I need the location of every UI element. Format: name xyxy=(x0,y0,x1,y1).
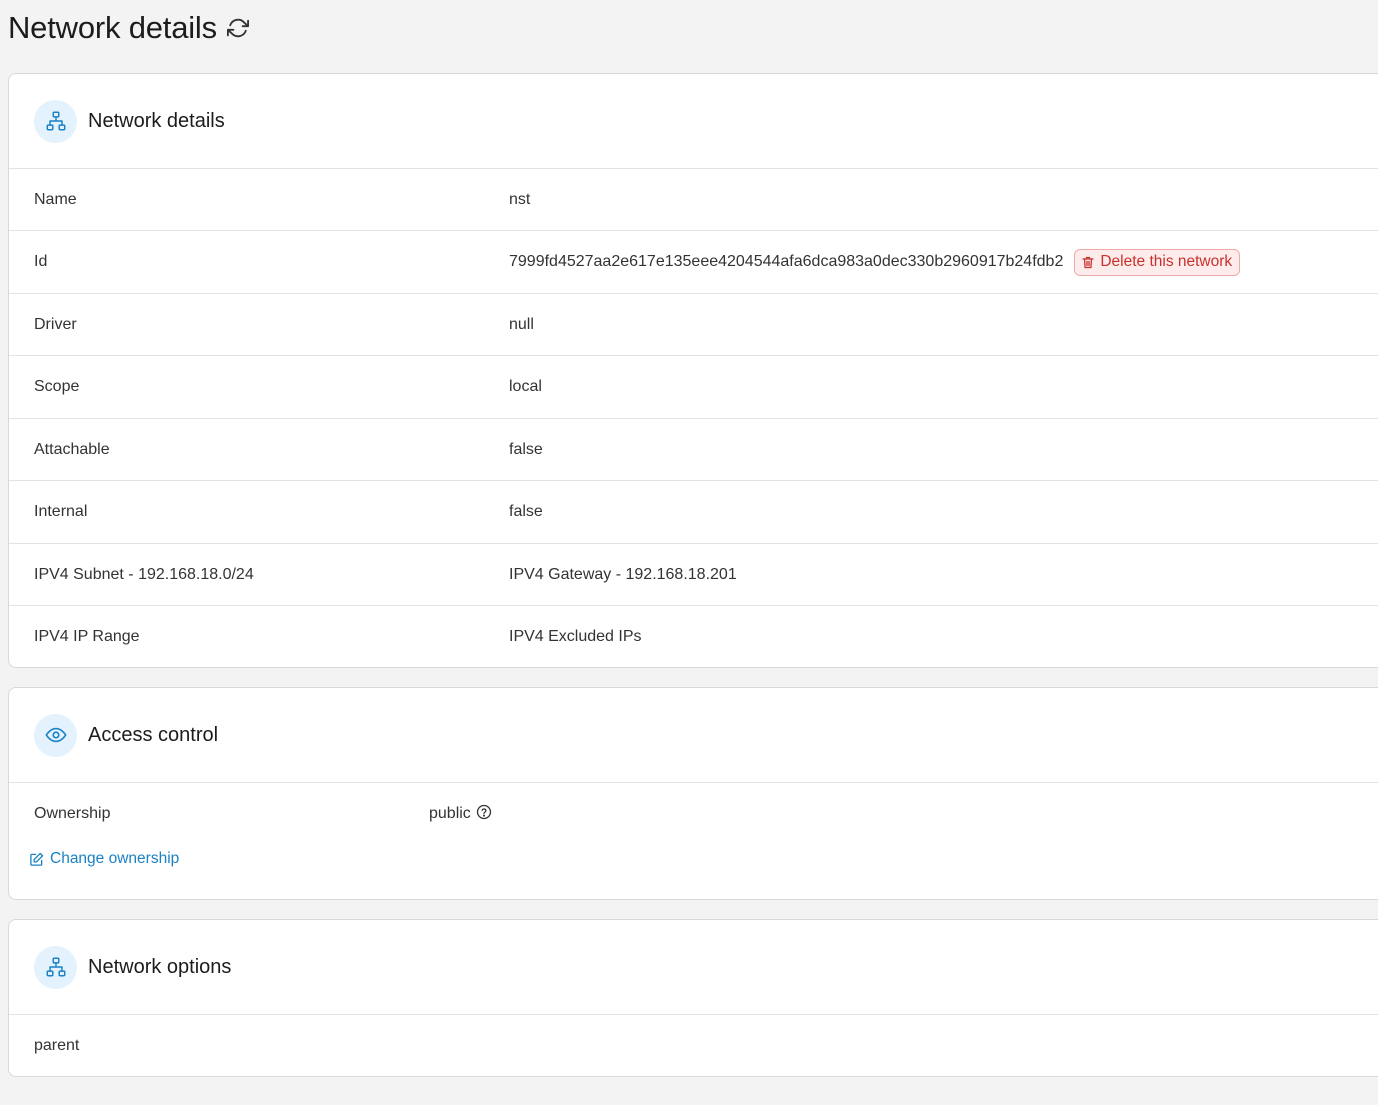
delete-network-button[interactable]: Delete this network xyxy=(1074,248,1241,276)
detail-row-scope: Scope local xyxy=(9,356,1378,419)
row-label: Id xyxy=(34,253,48,270)
change-ownership-link[interactable]: Change ownership xyxy=(9,845,1378,873)
row-label: Name xyxy=(34,190,77,208)
row-value: local xyxy=(509,378,542,395)
row-label: Driver xyxy=(34,315,77,333)
access-control-card: Access control Ownership public Change o… xyxy=(8,687,1378,900)
network-options-title: Network options xyxy=(88,955,232,978)
detail-row-driver: Driver null xyxy=(9,294,1378,356)
row-value: false xyxy=(509,440,543,458)
row-value: nst xyxy=(509,190,531,208)
ownership-value-wrap: public xyxy=(429,804,492,823)
row-label: Internal xyxy=(34,503,88,520)
row-value: 7999fd4527aa2e617e135eee4204544afa6dca98… xyxy=(509,248,1241,276)
network-details-header: Network details xyxy=(9,74,1378,169)
row-value: IPV4 Gateway - 192.168.18.201 xyxy=(509,565,737,583)
detail-row-name: Name nst xyxy=(9,169,1378,231)
refresh-icon[interactable] xyxy=(226,17,249,39)
ownership-label: Ownership xyxy=(34,805,111,822)
eye-icon xyxy=(34,713,77,757)
edit-icon xyxy=(29,852,44,867)
row-label: Scope xyxy=(34,378,80,395)
row-value: null xyxy=(509,315,534,333)
row-label: IPV4 IP Range xyxy=(34,628,140,645)
detail-row-internal: Internal false xyxy=(9,481,1378,544)
network-details-card: Network details Name nst Id 7999fd4527aa… xyxy=(8,73,1378,668)
sitemap-icon xyxy=(34,945,77,989)
page-title: Network details xyxy=(8,10,217,45)
network-options-card: Network options parent xyxy=(8,919,1378,1077)
row-label: parent xyxy=(34,1037,80,1054)
trash-icon xyxy=(1082,256,1094,269)
sitemap-icon xyxy=(34,99,77,143)
access-control-header: Access control xyxy=(9,688,1378,783)
detail-row-ipv4-range: IPV4 IP Range IPV4 Excluded IPs xyxy=(9,606,1378,668)
row-value: false xyxy=(509,503,543,520)
question-circle-icon[interactable] xyxy=(476,804,492,820)
page-header: Network details xyxy=(8,8,249,48)
detail-row-ipv4-subnet: IPV4 Subnet - 192.168.18.0/24 IPV4 Gatew… xyxy=(9,544,1378,606)
row-label: IPV4 Subnet - 192.168.18.0/24 xyxy=(34,565,254,583)
network-details-title: Network details xyxy=(88,109,225,132)
network-options-header: Network options xyxy=(9,920,1378,1015)
ownership-row: Ownership public xyxy=(9,783,1378,845)
access-control-title: Access control xyxy=(88,723,219,746)
detail-row-id: Id 7999fd4527aa2e617e135eee4204544afa6dc… xyxy=(9,231,1378,294)
option-row-parent: parent xyxy=(9,1015,1378,1077)
detail-row-attachable: Attachable false xyxy=(9,419,1378,481)
delete-button-label: Delete this network xyxy=(1100,253,1233,270)
network-id-value: 7999fd4527aa2e617e135eee4204544afa6dca98… xyxy=(509,253,1064,270)
row-label: Attachable xyxy=(34,440,110,458)
change-ownership-label: Change ownership xyxy=(50,850,180,867)
ownership-value: public xyxy=(429,805,471,822)
row-value: IPV4 Excluded IPs xyxy=(509,628,642,645)
